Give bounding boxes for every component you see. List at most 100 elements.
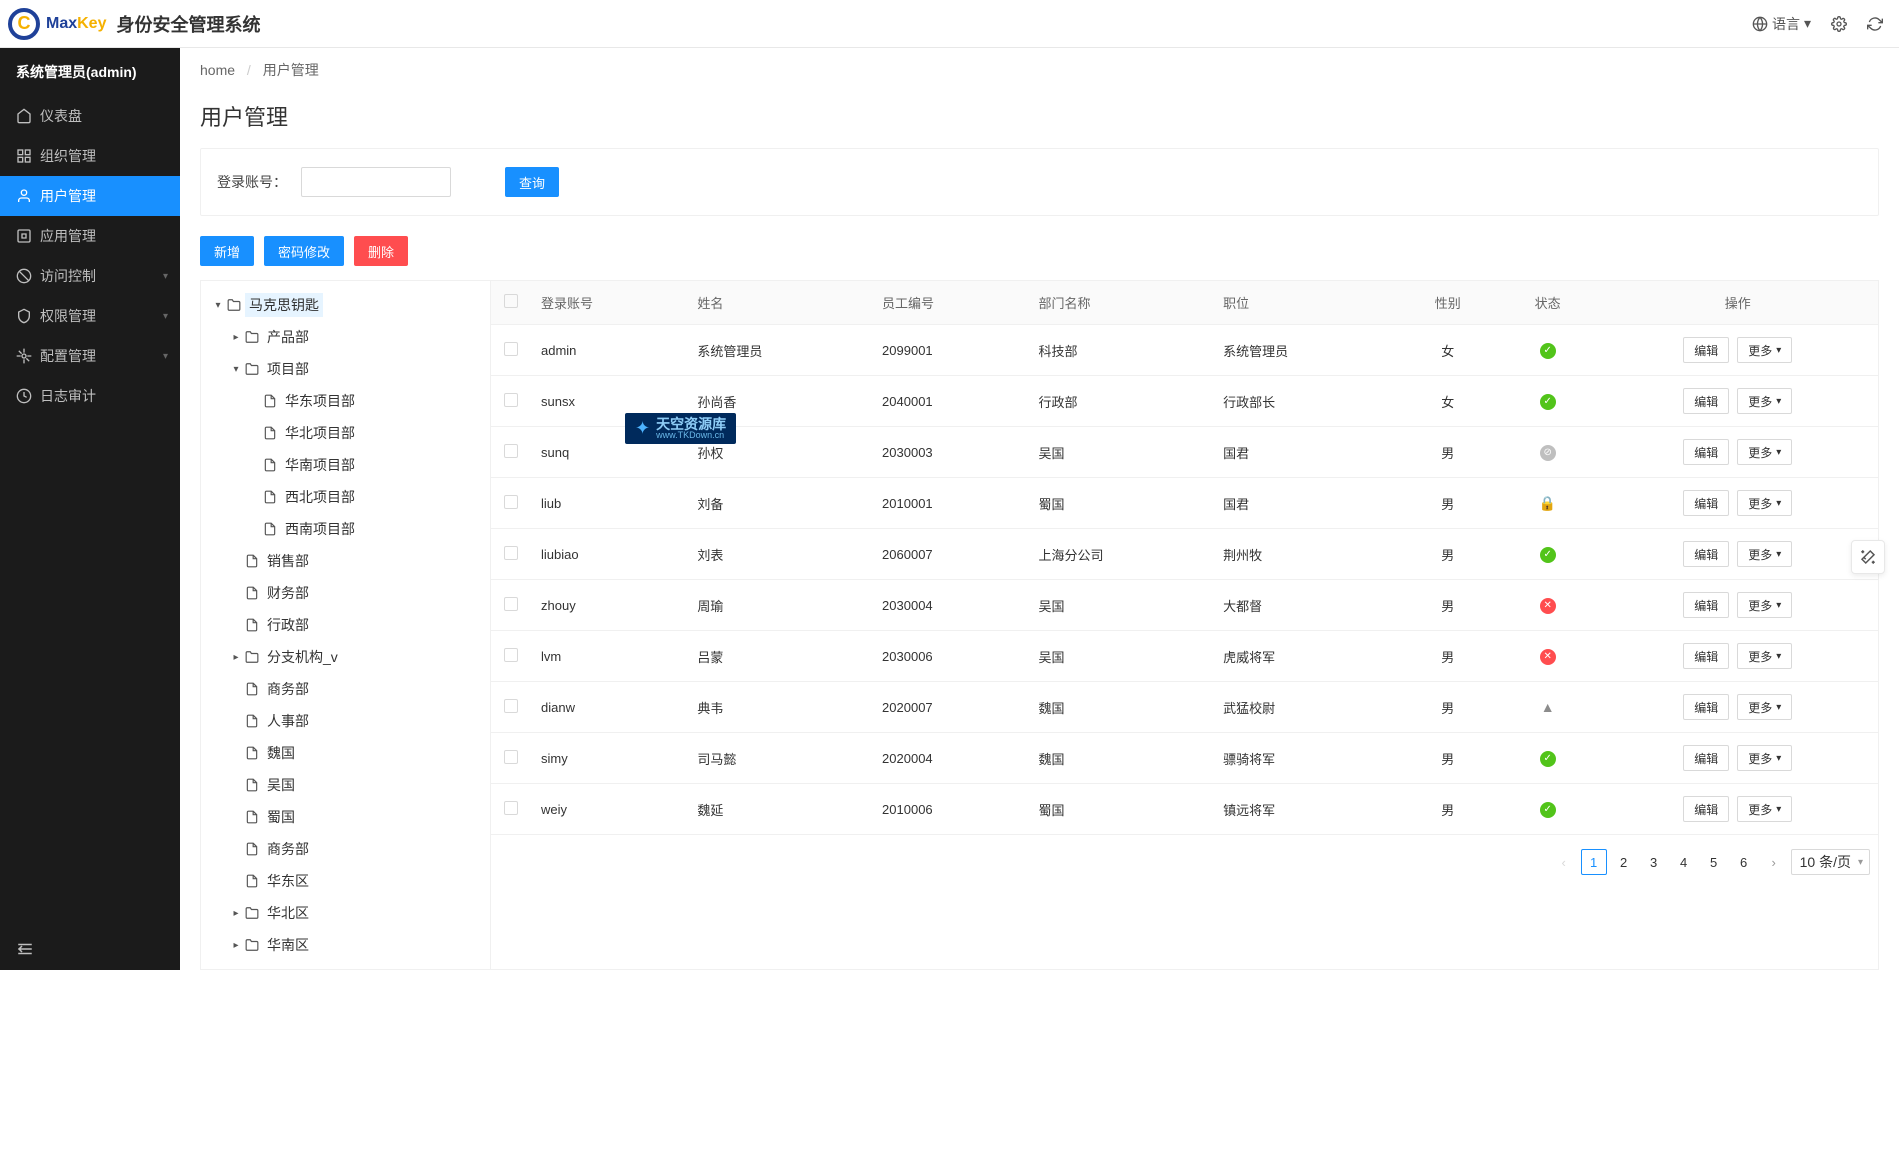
tree-node[interactable]: 行政部 bbox=[205, 609, 486, 641]
cell-empno: 2040001 bbox=[872, 376, 1028, 427]
add-button[interactable]: 新增 bbox=[200, 236, 254, 266]
more-button[interactable]: 更多 ▾ bbox=[1737, 490, 1792, 516]
sidebar-item-3[interactable]: 应用管理 bbox=[0, 216, 180, 256]
delete-button[interactable]: 删除 bbox=[354, 236, 408, 266]
tree-node[interactable]: 西北项目部 bbox=[205, 481, 486, 513]
edit-button[interactable]: 编辑 bbox=[1683, 541, 1729, 567]
chevron-down-icon: ▾ bbox=[1776, 651, 1781, 662]
sidebar-item-5[interactable]: 权限管理▾ bbox=[0, 296, 180, 336]
tree-node[interactable]: 商务部 bbox=[205, 673, 486, 705]
sidebar-collapse-button[interactable] bbox=[0, 928, 180, 970]
magic-icon bbox=[1859, 548, 1877, 566]
settings-button[interactable] bbox=[1831, 16, 1847, 32]
refresh-button[interactable] bbox=[1867, 16, 1883, 32]
row-checkbox[interactable] bbox=[504, 393, 518, 407]
edit-button[interactable]: 编辑 bbox=[1683, 337, 1729, 363]
sidebar-icon bbox=[16, 108, 32, 124]
more-button[interactable]: 更多 ▾ bbox=[1737, 694, 1792, 720]
edit-button[interactable]: 编辑 bbox=[1683, 745, 1729, 771]
tree-toggle[interactable]: ▸ bbox=[231, 940, 241, 951]
select-all-checkbox[interactable] bbox=[504, 294, 518, 308]
tree-node[interactable]: 华东区 bbox=[205, 865, 486, 897]
tree-node[interactable]: 华北项目部 bbox=[205, 417, 486, 449]
search-button[interactable]: 查询 bbox=[505, 167, 559, 197]
page-next[interactable]: › bbox=[1761, 849, 1787, 875]
tree-node[interactable]: 魏国 bbox=[205, 737, 486, 769]
tree-toggle[interactable]: ▾ bbox=[231, 364, 241, 375]
more-button[interactable]: 更多 ▾ bbox=[1737, 796, 1792, 822]
table-row: liub刘备2010001蜀国国君男🔒编辑更多 ▾ bbox=[491, 478, 1878, 529]
edit-button[interactable]: 编辑 bbox=[1683, 439, 1729, 465]
row-checkbox[interactable] bbox=[504, 699, 518, 713]
tree-node[interactable]: ▾马克思钥匙 bbox=[205, 289, 486, 321]
tree-node[interactable]: ▸分支机构_v bbox=[205, 641, 486, 673]
sidebar-item-7[interactable]: 日志审计 bbox=[0, 376, 180, 416]
cell-login: dianw bbox=[531, 682, 687, 733]
sidebar-item-2[interactable]: 用户管理 bbox=[0, 176, 180, 216]
page-4[interactable]: 4 bbox=[1671, 849, 1697, 875]
sidebar-item-4[interactable]: 访问控制▾ bbox=[0, 256, 180, 296]
chevron-down-icon: ▾ bbox=[1776, 804, 1781, 815]
tree-node[interactable]: ▸产品部 bbox=[205, 321, 486, 353]
sidebar-item-6[interactable]: 配置管理▾ bbox=[0, 336, 180, 376]
edit-button[interactable]: 编辑 bbox=[1683, 388, 1729, 414]
cell-dept: 吴国 bbox=[1028, 427, 1213, 478]
more-button[interactable]: 更多 ▾ bbox=[1737, 337, 1792, 363]
more-button[interactable]: 更多 ▾ bbox=[1737, 439, 1792, 465]
row-checkbox[interactable] bbox=[504, 597, 518, 611]
page-size-selector[interactable]: 10 条/页 ▾ bbox=[1791, 849, 1870, 875]
tree-node[interactable]: 商务部 bbox=[205, 833, 486, 865]
page-2[interactable]: 2 bbox=[1611, 849, 1637, 875]
breadcrumb-home[interactable]: home bbox=[200, 62, 235, 78]
more-button[interactable]: 更多 ▾ bbox=[1737, 592, 1792, 618]
row-checkbox[interactable] bbox=[504, 495, 518, 509]
tree-node[interactable]: 华南项目部 bbox=[205, 449, 486, 481]
row-checkbox[interactable] bbox=[504, 750, 518, 764]
tree-node[interactable]: 蜀国 bbox=[205, 801, 486, 833]
edit-button[interactable]: 编辑 bbox=[1683, 490, 1729, 516]
float-tool-button[interactable] bbox=[1851, 540, 1885, 574]
tree-node[interactable]: 吴国 bbox=[205, 769, 486, 801]
refresh-icon bbox=[1867, 16, 1883, 32]
tree-toggle[interactable]: ▸ bbox=[231, 652, 241, 663]
edit-button[interactable]: 编辑 bbox=[1683, 592, 1729, 618]
tree-node[interactable]: 人事部 bbox=[205, 705, 486, 737]
cell-gender: 女 bbox=[1398, 325, 1498, 376]
page-prev[interactable]: ‹ bbox=[1551, 849, 1577, 875]
login-account-input[interactable] bbox=[301, 167, 451, 197]
more-button[interactable]: 更多 ▾ bbox=[1737, 745, 1792, 771]
tree-node[interactable]: 财务部 bbox=[205, 577, 486, 609]
tree-toggle[interactable]: ▸ bbox=[231, 908, 241, 919]
tree-node[interactable]: 西南项目部 bbox=[205, 513, 486, 545]
page-1[interactable]: 1 bbox=[1581, 849, 1607, 875]
tree-toggle[interactable]: ▸ bbox=[231, 332, 241, 343]
sidebar-item-0[interactable]: 仪表盘 bbox=[0, 96, 180, 136]
tree-node[interactable]: 销售部 bbox=[205, 545, 486, 577]
edit-button[interactable]: 编辑 bbox=[1683, 796, 1729, 822]
more-button[interactable]: 更多 ▾ bbox=[1737, 541, 1792, 567]
row-checkbox[interactable] bbox=[504, 342, 518, 356]
change-password-button[interactable]: 密码修改 bbox=[264, 236, 344, 266]
more-button[interactable]: 更多 ▾ bbox=[1737, 643, 1792, 669]
chevron-down-icon: ▾ bbox=[1776, 702, 1781, 713]
language-selector[interactable]: 语言 ▾ bbox=[1752, 14, 1811, 34]
tree-node[interactable]: ▾项目部 bbox=[205, 353, 486, 385]
row-checkbox[interactable] bbox=[504, 546, 518, 560]
edit-button[interactable]: 编辑 bbox=[1683, 694, 1729, 720]
file-icon bbox=[245, 778, 259, 792]
tree-toggle[interactable]: ▾ bbox=[213, 300, 223, 311]
cell-gender: 女 bbox=[1398, 376, 1498, 427]
row-checkbox[interactable] bbox=[504, 801, 518, 815]
tree-node[interactable]: ▸华北区 bbox=[205, 897, 486, 929]
tree-node[interactable]: 华东项目部 bbox=[205, 385, 486, 417]
row-checkbox[interactable] bbox=[504, 444, 518, 458]
page-3[interactable]: 3 bbox=[1641, 849, 1667, 875]
more-button[interactable]: 更多 ▾ bbox=[1737, 388, 1792, 414]
sidebar-item-1[interactable]: 组织管理 bbox=[0, 136, 180, 176]
lock-icon: 🔒 bbox=[1539, 495, 1556, 511]
tree-node[interactable]: ▸华南区 bbox=[205, 929, 486, 961]
edit-button[interactable]: 编辑 bbox=[1683, 643, 1729, 669]
page-6[interactable]: 6 bbox=[1731, 849, 1757, 875]
page-5[interactable]: 5 bbox=[1701, 849, 1727, 875]
row-checkbox[interactable] bbox=[504, 648, 518, 662]
